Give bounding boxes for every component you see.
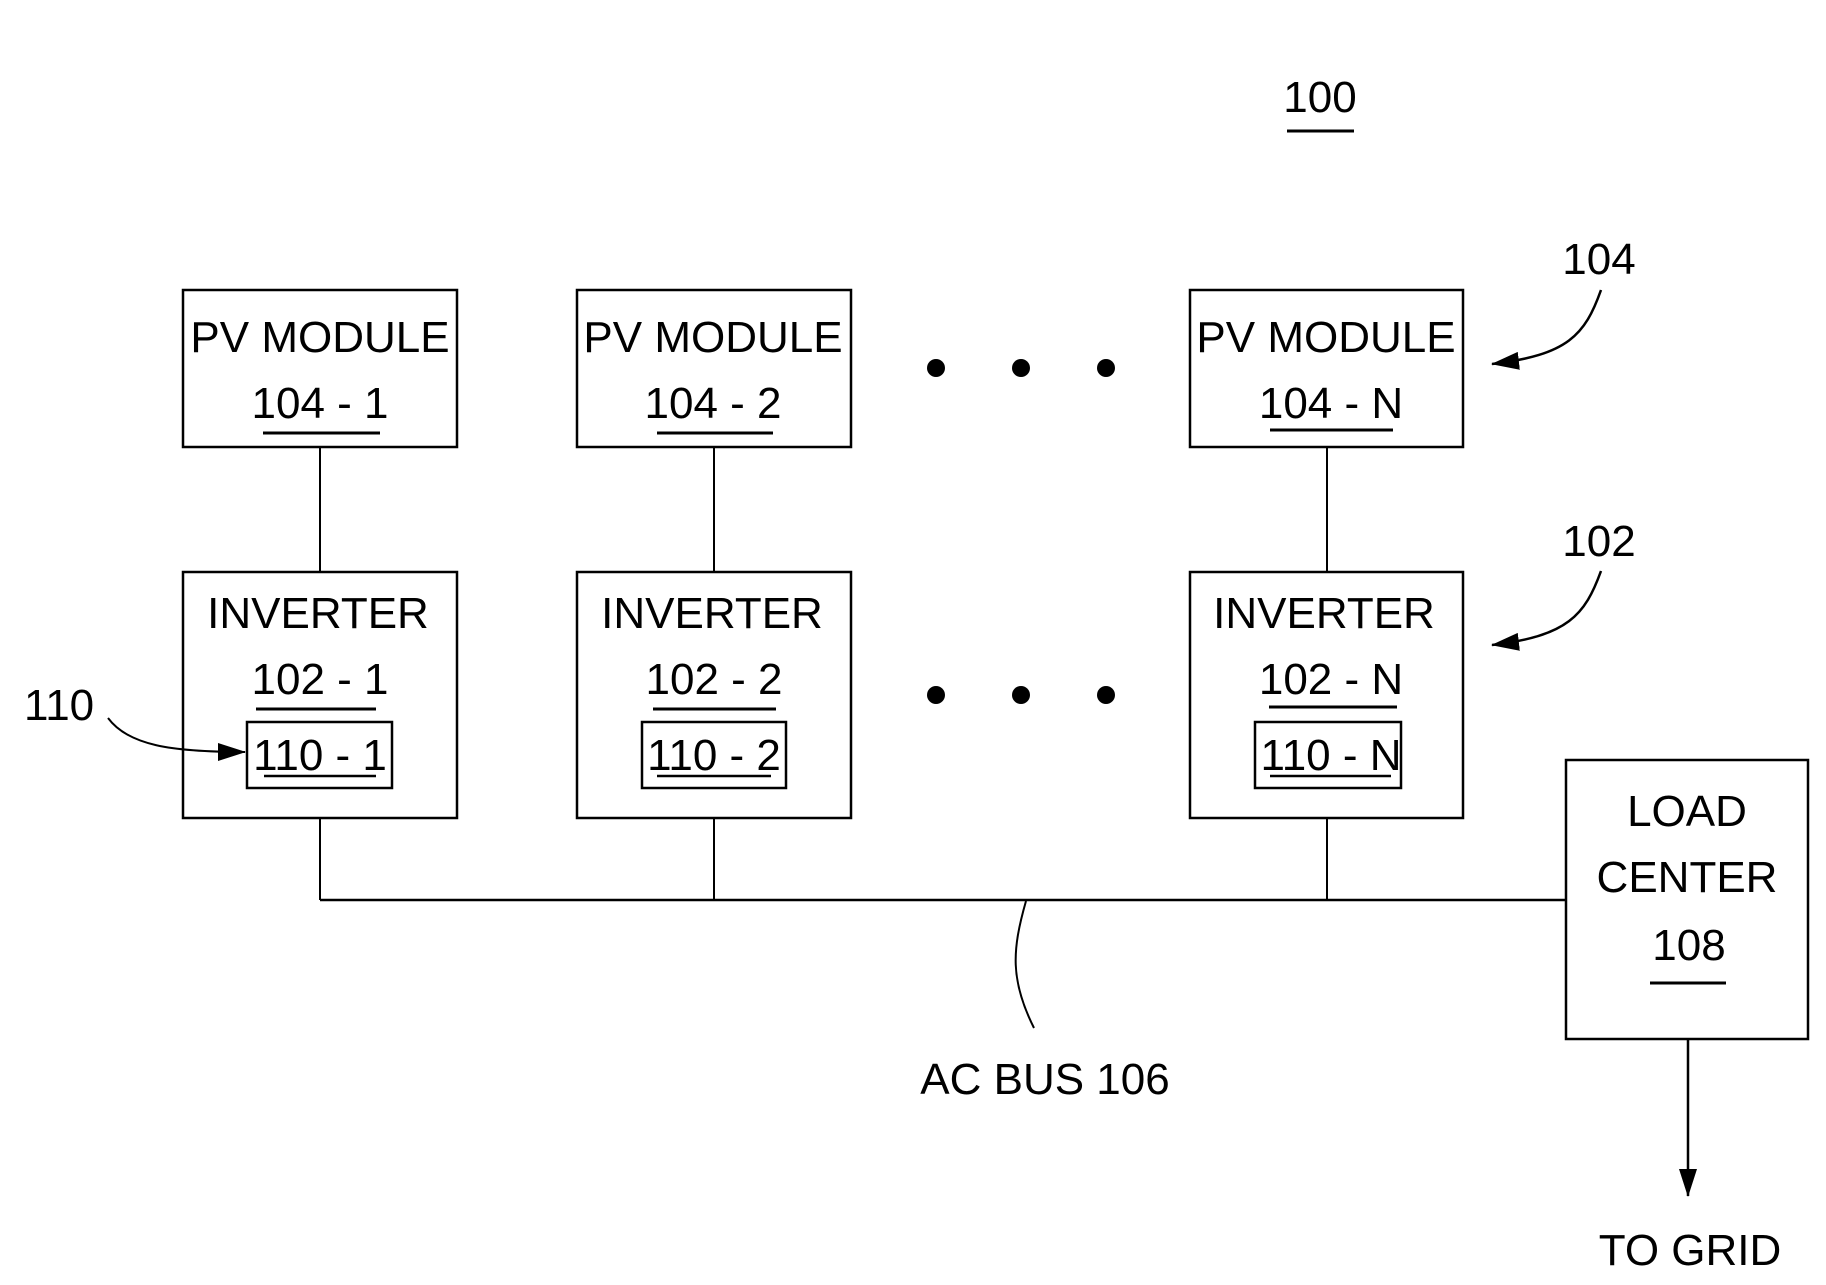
inverter-1: INVERTER 102 - 1 110 - 1 [181,570,459,820]
callout-arrow-icon [107,717,246,761]
callout-arrow-icon [1491,289,1603,370]
dot-icon [927,359,945,377]
inverter-n: INVERTER 102 - N 110 - N [1188,570,1465,820]
pv-module-title: PV MODULE [1196,313,1455,362]
ac-bus-leader [1014,900,1035,1029]
system-diagram: 100 PV MODULE 104 - 1 PV MODULE 104 - 2 … [24,73,1810,1275]
load-center-ref: 108 [1652,921,1725,970]
sub-component-ref: 110 - N [1260,731,1401,780]
pv-module-n: PV MODULE 104 - N [1188,288,1465,449]
to-grid-label: TO GRID [1599,1226,1782,1275]
pv-module-title: PV MODULE [583,313,842,362]
inverter-title: INVERTER [207,589,429,638]
sub-component-ref: 110 - 2 [647,731,781,780]
dot-icon [927,686,945,704]
callout-arrow-icon [1491,570,1603,651]
callout-pv-group: 104 [1562,235,1635,284]
pv-module-2: PV MODULE 104 - 2 [575,288,853,449]
ellipsis-icon-inverter-row [927,686,1115,704]
pv-module-ref: 104 - 2 [645,379,782,428]
dot-icon [1097,686,1115,704]
inverter-title: INVERTER [601,589,823,638]
inverter-2: INVERTER 102 - 2 110 - 2 [575,570,853,820]
ellipsis-icon-pv-row [927,359,1115,377]
pv-module-1: PV MODULE 104 - 1 [181,288,459,449]
load-center: LOAD CENTER 108 [1564,758,1810,1041]
inverter-ref: 102 - 2 [646,655,783,704]
pv-module-title: PV MODULE [190,313,449,362]
callout-sub-group: 110 [24,681,94,730]
inverter-ref: 102 - N [1259,655,1403,704]
ac-bus-label: AC BUS 106 [920,1055,1169,1104]
figure-ref: 100 [1283,73,1356,122]
callout-inverter-group: 102 [1562,517,1635,566]
pv-module-ref: 104 - 1 [252,379,389,428]
dot-icon [1012,359,1030,377]
pv-module-ref: 104 - N [1259,379,1403,428]
inverter-title: INVERTER [1213,589,1435,638]
inverter-ref: 102 - 1 [252,655,389,704]
dot-icon [1097,359,1115,377]
load-center-line1: LOAD [1627,787,1747,836]
load-center-line2: CENTER [1597,853,1778,902]
dot-icon [1012,686,1030,704]
sub-component-ref: 110 - 1 [253,731,387,780]
